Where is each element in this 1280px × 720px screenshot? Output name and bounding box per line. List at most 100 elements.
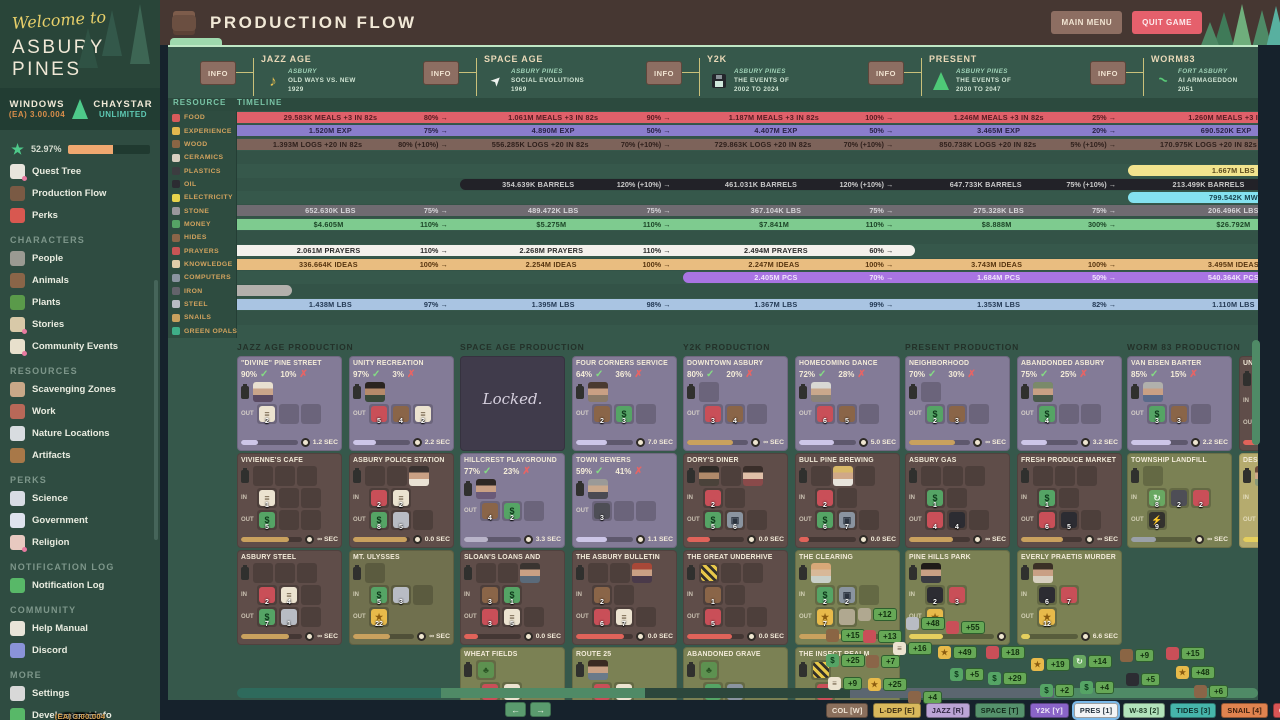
worker-slot[interactable] <box>275 466 295 486</box>
resource-label-cell[interactable]: OIL <box>168 178 237 191</box>
item-slot[interactable]: ≡5 <box>502 607 522 627</box>
item-slot[interactable]: 5 <box>837 404 857 424</box>
item-slot[interactable]: $1 <box>502 585 522 605</box>
item-slot[interactable]: 6 <box>592 607 612 627</box>
resource-label-cell[interactable]: SNAILS <box>168 311 237 324</box>
item-slot[interactable]: ≡4 <box>279 585 299 605</box>
item-slot[interactable]: 3 <box>480 607 500 627</box>
worker-slot[interactable] <box>811 563 831 583</box>
era-info-button[interactable]: INFO <box>200 61 236 85</box>
resource-bar[interactable]: 2.061M PRAYERS110% →2.268M PRAYERS110% →… <box>237 245 915 256</box>
worker-slot[interactable] <box>1143 466 1163 486</box>
resource-bar[interactable]: 1.520M EXP75% →4.890M EXP50% →4.407M EXP… <box>237 125 1258 136</box>
item-slot[interactable]: $2 <box>502 501 522 521</box>
item-slot[interactable]: 4 <box>947 510 967 530</box>
worker-slot[interactable] <box>1143 382 1163 402</box>
item-slot[interactable]: ★22 <box>369 607 389 627</box>
item-slot[interactable] <box>1059 488 1079 508</box>
resource-label-cell[interactable]: PLASTICS <box>168 164 237 177</box>
item-slot[interactable] <box>837 607 857 627</box>
item-slot[interactable] <box>524 501 544 521</box>
item-slot[interactable]: $8 <box>369 510 389 530</box>
worker-slot[interactable] <box>743 466 763 486</box>
item-slot[interactable]: 3 <box>592 501 612 521</box>
worker-slot[interactable] <box>1077 466 1097 486</box>
item-slot[interactable]: 6 <box>1037 510 1057 530</box>
scroll-right-button[interactable]: → <box>530 702 551 717</box>
worker-slot[interactable] <box>943 466 963 486</box>
production-card-hillcrest-playground[interactable]: HILLCREST PLAYGROUND77%✓23%✗OUT4$23.3 SE… <box>460 453 565 548</box>
worker-slot[interactable]: ♣ <box>476 660 496 680</box>
resource-label-cell[interactable]: GREEN OPALS <box>168 325 237 338</box>
item-slot[interactable] <box>301 510 321 530</box>
sidebar-item-animals[interactable]: Animals7 OF 14 <box>0 269 160 291</box>
item-slot[interactable]: ≡2 <box>257 404 277 424</box>
item-slot[interactable]: $7 <box>257 607 277 627</box>
item-slot[interactable]: 2 <box>257 585 277 605</box>
production-card-asbury-steel[interactable]: ASBURY STEELIN2≡4OUT$71∞ SEC <box>237 550 342 645</box>
worker-slot[interactable] <box>811 382 831 402</box>
item-slot[interactable]: ★12 <box>1037 607 1057 627</box>
resource-label-cell[interactable]: STONE <box>168 204 237 217</box>
item-slot[interactable]: $6 <box>815 510 835 530</box>
item-slot[interactable]: $5 <box>703 510 723 530</box>
resource-label-cell[interactable]: HIDES <box>168 231 237 244</box>
production-card-four-corners-service[interactable]: FOUR CORNERS SERVICE64%✓36%✗OUT2$37.0 SE… <box>572 356 677 451</box>
item-slot[interactable] <box>859 585 879 605</box>
production-card-mt-ulysses[interactable]: MT. ULYSSESIN$53OUT★22∞ SEC <box>349 550 454 645</box>
item-slot[interactable]: 2 <box>1169 488 1189 508</box>
item-slot[interactable] <box>725 607 745 627</box>
item-slot[interactable] <box>859 510 879 530</box>
item-slot[interactable]: $2 <box>815 585 835 605</box>
resource-bar[interactable]: 652.630K LBS75% →489.472K LBS75% →367.10… <box>237 205 1258 216</box>
worker-slot[interactable] <box>699 563 719 583</box>
item-slot[interactable] <box>969 510 989 530</box>
worker-slot[interactable] <box>833 466 853 486</box>
item-slot[interactable]: 4 <box>391 404 411 424</box>
worker-slot[interactable] <box>965 466 985 486</box>
item-slot[interactable]: 5 <box>391 510 411 530</box>
item-slot[interactable] <box>413 510 433 530</box>
worker-slot[interactable] <box>1033 382 1053 402</box>
item-slot[interactable] <box>636 607 656 627</box>
hotkey-jazz-r-[interactable]: JAZZ [R] <box>926 703 970 718</box>
item-slot[interactable]: ★7 <box>815 607 835 627</box>
production-card-vivienne-s-caf-[interactable]: VIVIENNE'S CAFÉIN≡1OUT$5∞ SEC <box>237 453 342 548</box>
item-slot[interactable]: $3 <box>614 404 634 424</box>
hotkey-y2k-y-[interactable]: Y2K [Y] <box>1030 703 1069 718</box>
era-info-button[interactable]: INFO <box>868 61 904 85</box>
worker-slot[interactable] <box>921 382 941 402</box>
item-slot[interactable]: 3 <box>391 585 411 605</box>
resource-bar[interactable]: 799.542K MW <box>1128 192 1258 203</box>
item-slot[interactable] <box>301 488 321 508</box>
item-slot[interactable]: $1 <box>1037 488 1057 508</box>
item-slot[interactable]: ▣7 <box>837 510 857 530</box>
worker-slot[interactable] <box>588 563 608 583</box>
item-slot[interactable]: $5 <box>369 585 389 605</box>
vertical-scrollbar[interactable] <box>1252 340 1260 445</box>
sidebar-item-notification-log[interactable]: Notification Log <box>0 574 160 596</box>
worker-slot[interactable] <box>253 382 273 402</box>
worker-slot[interactable] <box>1033 466 1053 486</box>
sidebar-item-nature-locations[interactable]: Nature Locations16 OF 23 <box>0 422 160 444</box>
item-slot[interactable]: $4 <box>1037 404 1057 424</box>
resource-bar[interactable]: 1.667M LBS <box>1128 165 1258 176</box>
resource-label-cell[interactable]: ELECTRICITY <box>168 191 237 204</box>
sidebar-item-science[interactable]: Science8 OF 15 <box>0 487 160 509</box>
item-slot[interactable]: 5 <box>369 404 389 424</box>
production-card-sloan-s-loans-and[interactable]: SLOAN'S LOANS ANDIN3$1OUT3≡50.0 SEC <box>460 550 565 645</box>
item-slot[interactable]: 1 <box>703 585 723 605</box>
worker-slot[interactable] <box>520 563 540 583</box>
worker-slot[interactable] <box>498 563 518 583</box>
item-slot[interactable] <box>725 488 745 508</box>
worker-slot[interactable] <box>297 466 317 486</box>
worker-slot[interactable] <box>365 382 385 402</box>
resource-bar[interactable]: 354.639K BARRELS120% (+10%) →461.031K BA… <box>460 179 1258 190</box>
sidebar-item-religion[interactable]: Religion9 OF 31 <box>0 531 160 553</box>
sidebar-item-production-flow[interactable]: Production Flow17 OF 17 <box>0 182 160 204</box>
item-slot[interactable]: 3 <box>1169 404 1189 424</box>
production-card-van-eisen-barter[interactable]: VAN EISEN BARTER85%✓15%✗OUT$332.2 SEC <box>1127 356 1232 451</box>
hotkey-l-dep-e-[interactable]: L-DEP [E] <box>873 703 920 718</box>
production-card-deserted-suburbs[interactable]: DESERTED SUBURBSIN≡2OUT@74 <box>1239 453 1258 548</box>
sidebar-item-work[interactable]: Work20 OF 26 <box>0 400 160 422</box>
